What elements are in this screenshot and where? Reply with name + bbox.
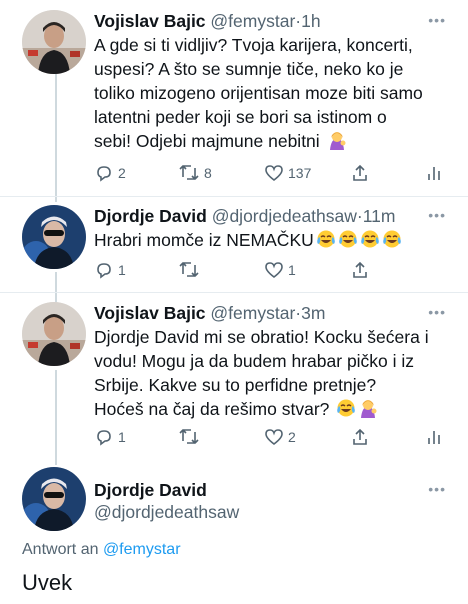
heart-icon (265, 429, 283, 446)
analytics-button[interactable] (424, 426, 444, 448)
like-count: 2 (288, 429, 296, 445)
reply-icon (97, 166, 111, 182)
timestamp[interactable]: 1h (301, 11, 320, 31)
retweet-icon (179, 429, 199, 444)
tweet[interactable]: Vojislav Bajic @femystar·1h ••• A gde si… (0, 10, 468, 190)
text-line: latentni peder koji se bori sa istinom o (94, 107, 387, 127)
analytics-icon (428, 431, 440, 444)
like-button[interactable]: 2 (264, 426, 296, 448)
tweet-header: Vojislav Bajic @femystar·3m (94, 302, 325, 324)
heart-icon (265, 262, 283, 279)
reply-button[interactable]: 1 (94, 259, 126, 281)
like-count: 137 (288, 165, 312, 181)
tears-of-joy-emoji (338, 229, 358, 255)
reply-button[interactable]: 2 (94, 162, 126, 184)
like-button[interactable]: 1 (264, 259, 296, 281)
retweet-button[interactable]: 8 (178, 162, 212, 184)
reply-count: 2 (118, 165, 126, 181)
reply-text-input[interactable]: Uvek (22, 570, 72, 596)
more-options-icon[interactable]: ••• (428, 12, 446, 28)
tweet-text: Hrabri momče iz NEMAČKU (94, 228, 444, 255)
more-options-icon[interactable]: ••• (428, 207, 446, 223)
retweet-button[interactable] (178, 426, 204, 448)
tweet-text: Djordje David mi se obratio! Kocku šećer… (94, 325, 444, 424)
analytics-icon (428, 167, 440, 180)
tears-of-joy-emoji (336, 398, 356, 424)
divider (0, 292, 468, 293)
text-line: Hoćeš na čaj da rešimo stvar? (94, 399, 330, 419)
reply-prefix: Antwort an (22, 541, 99, 558)
share-button[interactable] (350, 426, 370, 448)
reply-icon (97, 430, 111, 446)
display-name[interactable]: Djordje David (94, 206, 207, 226)
woman-tipping-hand-emoji (327, 130, 347, 156)
timestamp[interactable]: 3m (301, 303, 325, 323)
retweet-count: 8 (204, 165, 212, 181)
share-icon (353, 261, 367, 278)
tweet-header: Djordje David @djordjedeathsaw·11m (94, 205, 395, 227)
heart-icon (265, 165, 283, 182)
tears-of-joy-emoji (382, 229, 402, 255)
text-line: vodu! Mogu ja da budem hrabar pičko i iz (94, 351, 415, 371)
retweet-icon (179, 165, 199, 180)
avatar (22, 467, 86, 531)
tweet-actions: 1 1 (94, 259, 444, 281)
text-line: A gde si ti vidljiv? Tvoja karijera, kon… (94, 35, 413, 55)
tweet[interactable]: Vojislav Bajic @femystar·3m ••• Djordje … (0, 302, 468, 452)
avatar[interactable] (22, 10, 86, 74)
user-handle[interactable]: @djordjedeathsaw (212, 206, 357, 226)
compose-reply: Djordje David @djordjedeathsaw ••• (0, 467, 468, 537)
user-handle[interactable]: @femystar (210, 11, 295, 31)
text-line: Srbije. Kakve su to perfidne pretnje? (94, 375, 377, 395)
retweet-button[interactable] (178, 259, 204, 281)
text-line: uspesi? A što se sumnje tiče, neko ko je (94, 59, 404, 79)
reply-mention-link[interactable]: @femystar (103, 541, 181, 558)
tweet[interactable]: Djordje David @djordjedeathsaw·11m ••• H… (0, 205, 468, 285)
user-handle[interactable]: @femystar (210, 303, 295, 323)
avatar[interactable] (22, 205, 86, 269)
avatar[interactable] (22, 302, 86, 366)
text-line: sebi! Odjebi majmune nebitni (94, 131, 320, 151)
more-options-icon[interactable]: ••• (428, 304, 446, 320)
tweet-actions: 1 2 (94, 426, 444, 448)
share-button[interactable] (350, 162, 370, 184)
retweet-icon (179, 262, 199, 277)
display-name: Djordje David (94, 480, 207, 500)
tweet-text: A gde si ti vidljiv? Tvoja karijera, kon… (94, 33, 444, 156)
divider (0, 196, 468, 197)
analytics-button[interactable] (424, 162, 444, 184)
reply-count: 1 (118, 262, 126, 278)
timestamp[interactable]: 11m (363, 206, 396, 226)
tears-of-joy-emoji (316, 229, 336, 255)
display-name[interactable]: Vojislav Bajic (94, 303, 206, 323)
woman-tipping-hand-emoji (358, 398, 378, 424)
display-name[interactable]: Vojislav Bajic (94, 11, 206, 31)
compose-header: Djordje David @djordjedeathsaw (94, 479, 239, 523)
share-icon (353, 428, 367, 445)
share-icon (353, 164, 367, 181)
text-line: Hrabri momče iz NEMAČKU (94, 230, 314, 250)
share-button[interactable] (350, 259, 370, 281)
like-button[interactable]: 137 (264, 162, 311, 184)
reply-icon (97, 263, 111, 279)
tears-of-joy-emoji (360, 229, 380, 255)
reply-count: 1 (118, 429, 126, 445)
tweet-header: Vojislav Bajic @femystar·1h (94, 10, 321, 32)
more-options-icon[interactable]: ••• (428, 481, 446, 497)
tweet-actions: 2 8 137 (94, 162, 444, 184)
user-handle: @djordjedeathsaw (94, 502, 240, 522)
like-count: 1 (288, 262, 296, 278)
text-line: Djordje David mi se obratio! Kocku šećer… (94, 327, 429, 347)
reply-button[interactable]: 1 (94, 426, 126, 448)
reply-to-label: Antwort an @femystar (22, 541, 181, 559)
text-line: toliko mizogeno orijentisan moze biti sa… (94, 83, 423, 103)
